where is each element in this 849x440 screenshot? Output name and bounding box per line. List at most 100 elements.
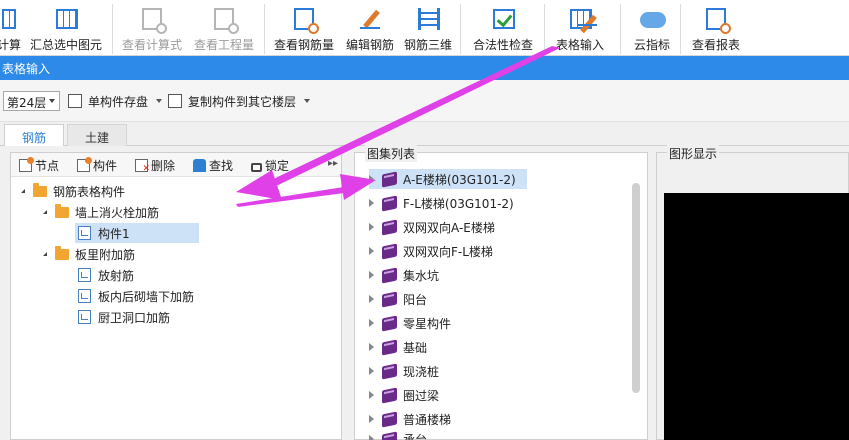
table-input-toolbar: 第24层 单构件存盘 复制构件到其它楼层 bbox=[0, 80, 849, 122]
expand-icon[interactable] bbox=[43, 210, 47, 214]
atlas-item[interactable]: 现浇桩 bbox=[369, 361, 439, 381]
book-icon bbox=[382, 242, 397, 260]
atlas-list-panel: 图集列表 A-E楼梯(03G101-2) F-L楼梯(03G101-2) 双网双… bbox=[354, 145, 648, 440]
folder-icon bbox=[55, 203, 69, 218]
expand-icon[interactable] bbox=[369, 223, 374, 231]
graphic-preview-canvas[interactable] bbox=[664, 193, 849, 440]
expand-icon[interactable] bbox=[369, 435, 374, 440]
edit-rebar-icon bbox=[357, 6, 383, 32]
summary-icon bbox=[53, 6, 79, 32]
book-icon bbox=[382, 266, 397, 284]
tree-node[interactable]: 钢筋表格构件 bbox=[21, 181, 125, 201]
calc-button[interactable]: 计算 bbox=[0, 2, 21, 56]
expand-icon[interactable] bbox=[369, 367, 374, 375]
window-title-bar: 表格输入 bbox=[0, 56, 849, 80]
atlas-item[interactable]: 阳台 bbox=[369, 289, 427, 309]
ribbon-separator bbox=[112, 4, 113, 54]
view-report-button[interactable]: 查看报表 bbox=[686, 2, 746, 56]
floor-select[interactable]: 第24层 bbox=[3, 91, 60, 111]
tree-leaf[interactable]: 厨卫洞口加筋 bbox=[78, 307, 170, 327]
add-component-button[interactable]: 构件 bbox=[77, 157, 117, 174]
tab-strip: 钢筋 土建 bbox=[0, 122, 849, 147]
tree-leaf[interactable]: 放射筋 bbox=[78, 265, 134, 285]
tree-node[interactable]: 墙上消火栓加筋 bbox=[43, 202, 159, 222]
atlas-item[interactable]: A-E楼梯(03G101-2) bbox=[369, 169, 527, 189]
expand-icon[interactable] bbox=[369, 175, 374, 183]
table-input-icon bbox=[567, 6, 597, 32]
edit-rebar-button[interactable]: 编辑钢筋 bbox=[342, 2, 398, 56]
ribbon-toolbar: 计算 汇总选中图元 查看计算式 查看工程量 查看钢筋量 编辑钢筋 钢筋三维 合法… bbox=[0, 0, 849, 56]
expand-icon[interactable] bbox=[369, 391, 374, 399]
component-icon bbox=[78, 289, 91, 303]
tab-civil[interactable]: 土建 bbox=[67, 124, 127, 147]
book-icon bbox=[382, 386, 397, 404]
expand-icon[interactable] bbox=[369, 415, 374, 423]
delete-button[interactable]: ✕ 删除 bbox=[135, 157, 175, 174]
book-icon bbox=[382, 194, 397, 212]
atlas-item[interactable]: 集水坑 bbox=[369, 265, 439, 285]
atlas-item[interactable]: 零星构件 bbox=[369, 313, 451, 333]
atlas-item-label: 现浇桩 bbox=[403, 364, 440, 379]
summary-selected-button[interactable]: 汇总选中图元 bbox=[30, 2, 102, 56]
expand-icon[interactable] bbox=[21, 189, 25, 193]
atlas-item[interactable]: 基础 bbox=[369, 337, 427, 357]
atlas-scrollbar[interactable] bbox=[632, 183, 640, 393]
tree-node[interactable]: 板里附加筋 bbox=[43, 244, 135, 264]
expand-icon[interactable] bbox=[369, 247, 374, 255]
chevron-down-icon bbox=[304, 99, 311, 103]
expand-icon[interactable] bbox=[369, 199, 374, 207]
tree-node-label: 厨卫洞口加筋 bbox=[98, 310, 171, 325]
component-tree-panel: 节点 构件 ✕ 删除 查找 锁定 ▸▸ 钢筋表格构件 墙上消火栓加筋 构件1 板… bbox=[10, 152, 342, 440]
view-formula-icon bbox=[139, 6, 167, 34]
delete-icon: ✕ bbox=[135, 159, 150, 174]
book-icon bbox=[382, 170, 397, 188]
validity-check-button[interactable]: 合法性检查 bbox=[468, 2, 538, 56]
rebar-3d-button[interactable]: 钢筋三维 bbox=[400, 2, 456, 56]
copy-to-floors-button[interactable]: 复制构件到其它楼层 bbox=[168, 92, 311, 110]
add-component-label: 构件 bbox=[93, 159, 118, 173]
tab-rebar[interactable]: 钢筋 bbox=[4, 124, 64, 147]
find-label: 查找 bbox=[209, 159, 234, 173]
tree-toolbar: 节点 构件 ✕ 删除 查找 锁定 ▸▸ bbox=[11, 153, 341, 177]
find-button[interactable]: 查找 bbox=[193, 157, 233, 174]
add-node-button[interactable]: 节点 bbox=[19, 157, 59, 174]
add-node-label: 节点 bbox=[35, 159, 60, 173]
atlas-item[interactable]: 双网双向A-E楼梯 bbox=[369, 217, 495, 237]
atlas-item-label: 基础 bbox=[403, 340, 428, 355]
atlas-item[interactable]: 双网双向F-L楼梯 bbox=[369, 241, 493, 261]
validity-check-icon bbox=[490, 6, 516, 32]
add-node-icon bbox=[19, 157, 34, 172]
atlas-item[interactable]: 承台 bbox=[369, 431, 427, 440]
cloud-index-button[interactable]: 云指标 bbox=[626, 2, 678, 56]
tree-node-label: 构件1 bbox=[98, 226, 130, 241]
expand-icon[interactable] bbox=[369, 271, 374, 279]
window-title: 表格输入 bbox=[2, 62, 51, 76]
tree-leaf[interactable]: 构件1 bbox=[75, 223, 199, 243]
lock-button[interactable]: 锁定 bbox=[251, 157, 317, 174]
view-quantity-button[interactable]: 查看工程量 bbox=[192, 2, 256, 56]
tree-leaf[interactable]: 板内后砌墙下加筋 bbox=[78, 286, 194, 306]
expand-icon[interactable] bbox=[369, 295, 374, 303]
view-rebar-icon bbox=[291, 6, 319, 34]
ribbon-separator bbox=[680, 4, 681, 54]
save-single-component-button[interactable]: 单构件存盘 bbox=[68, 92, 163, 110]
book-icon bbox=[382, 218, 397, 236]
view-formula-button[interactable]: 查看计算式 bbox=[120, 2, 184, 56]
expand-icon[interactable] bbox=[369, 319, 374, 327]
chevron-down-icon bbox=[156, 99, 163, 103]
save-icon bbox=[68, 94, 82, 108]
table-input-button[interactable]: 表格输入 bbox=[550, 2, 610, 56]
tree-node-label: 墙上消火栓加筋 bbox=[75, 205, 160, 220]
atlas-item-label: 集水坑 bbox=[403, 268, 440, 283]
atlas-item[interactable]: F-L楼梯(03G101-2) bbox=[369, 193, 514, 213]
expand-icon[interactable] bbox=[369, 343, 374, 351]
ribbon-separator bbox=[264, 4, 265, 54]
atlas-item[interactable]: 普通楼梯 bbox=[369, 409, 451, 429]
expand-icon[interactable] bbox=[43, 252, 47, 256]
content-area: 节点 构件 ✕ 删除 查找 锁定 ▸▸ 钢筋表格构件 墙上消火栓加筋 构件1 板… bbox=[0, 145, 849, 440]
copy-icon bbox=[168, 94, 182, 108]
chevron-right-double-icon[interactable]: ▸▸ bbox=[328, 158, 338, 169]
atlas-item[interactable]: 圈过梁 bbox=[369, 385, 439, 405]
view-rebar-button[interactable]: 查看钢筋量 bbox=[272, 2, 336, 56]
book-icon bbox=[382, 314, 397, 332]
